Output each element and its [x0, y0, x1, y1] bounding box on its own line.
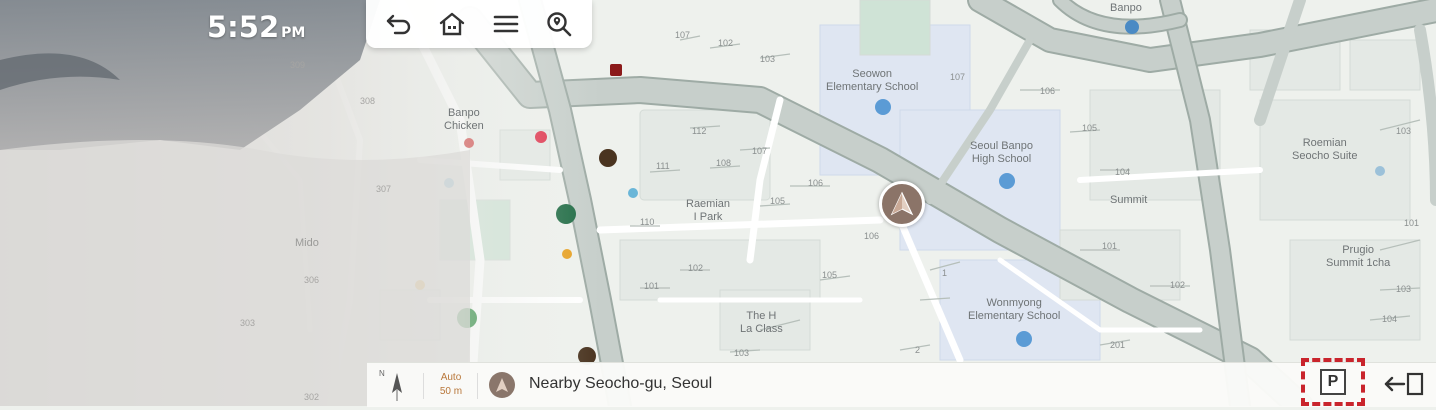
building-number: 1	[942, 268, 948, 278]
search-location-button[interactable]	[537, 2, 581, 46]
building-number: 102	[1170, 280, 1186, 290]
building-number: 103	[1396, 284, 1412, 294]
map-label-banpo: Banpo	[1110, 2, 1142, 14]
clock-ampm: PM	[281, 25, 306, 41]
building-number: 101	[1404, 218, 1420, 228]
parking-icon: P	[1320, 369, 1346, 395]
exit-split-view-button[interactable]	[1379, 369, 1429, 399]
current-position-icon	[489, 372, 515, 398]
building-number: 101	[644, 281, 660, 291]
scale-mode: Auto	[440, 372, 462, 383]
building-number: 107	[675, 30, 691, 40]
building-number: 106	[864, 231, 880, 241]
building-number: 303	[240, 318, 256, 328]
building-number: 104	[1382, 314, 1398, 324]
map-label-roemian-seocho: Roemian Seocho Suite	[1292, 137, 1358, 162]
search-location-icon	[547, 12, 572, 37]
map-label-summit: Summit	[1110, 194, 1148, 206]
status-clock: 5:52 PM	[207, 10, 305, 44]
building-number: 306	[304, 275, 320, 285]
map-scale[interactable]: Auto 50 m	[433, 371, 469, 399]
building-number: 102	[688, 263, 704, 273]
building-number: 302	[304, 392, 320, 402]
map-label-mido: Mido	[295, 237, 319, 249]
map-label-seowon-school: Seowon Elementary School	[826, 68, 919, 93]
building-number: 308	[360, 96, 376, 106]
menu-button[interactable]	[484, 2, 528, 46]
map-label-wonmyong: Wonmyong Elementary School	[968, 297, 1061, 322]
building-number: 107	[950, 72, 966, 82]
building-number: 307	[376, 184, 392, 194]
clock-time: 5:52	[207, 10, 280, 44]
building-number: 110	[640, 217, 655, 227]
map-label-raemian-ipark: Raemian I Park	[686, 198, 731, 223]
parking-button[interactable]: P	[1301, 358, 1365, 406]
home-button[interactable]	[430, 2, 474, 46]
divider	[477, 373, 478, 399]
building-number: 309	[290, 60, 306, 70]
menu-icon	[493, 15, 519, 33]
building-number: 111	[656, 161, 670, 171]
map-label-prugio: Prugio Summit 1cha	[1326, 244, 1391, 269]
building-number: 105	[770, 196, 786, 206]
current-location-marker[interactable]	[879, 181, 925, 227]
building-number: 105	[822, 270, 838, 280]
top-toolbar	[366, 0, 592, 48]
building-number: 112	[692, 126, 707, 136]
building-number: 103	[760, 54, 776, 64]
navigation-arrow-icon	[496, 378, 508, 392]
building-number: 103	[1396, 126, 1412, 136]
navigation-arrow-icon	[890, 191, 914, 216]
exit-arrow-icon	[1384, 372, 1424, 396]
building-number: 103	[734, 348, 750, 358]
building-number: 101	[1102, 241, 1118, 251]
back-button[interactable]	[377, 2, 421, 46]
building-number: 104	[1115, 167, 1131, 177]
compass-north-label: N	[379, 369, 385, 378]
building-number: 106	[808, 178, 824, 188]
map-label-the-h: The H La Class	[740, 310, 783, 335]
bottom-info-bar: N Auto 50 m Nearby Seocho-gu, Seoul P	[367, 358, 1436, 407]
map-label-seoul-banpo-high: Seoul Banpo High School	[970, 140, 1033, 165]
building-number: 106	[1040, 86, 1056, 96]
back-icon	[386, 14, 410, 35]
home-icon	[440, 12, 465, 36]
map-label-banpo-chicken: Banpo Chicken	[444, 107, 484, 132]
building-number: 2	[915, 345, 921, 355]
compass-button[interactable]: N	[375, 367, 415, 405]
scale-value: 50 m	[439, 386, 463, 397]
building-number: 108	[716, 158, 732, 168]
current-address: Nearby Seocho-gu, Seoul	[529, 375, 713, 392]
building-number: 107	[752, 146, 768, 156]
building-number: 105	[1082, 123, 1098, 133]
building-number: 102	[718, 38, 734, 48]
divider	[423, 373, 424, 399]
building-number: 201	[1110, 340, 1126, 350]
